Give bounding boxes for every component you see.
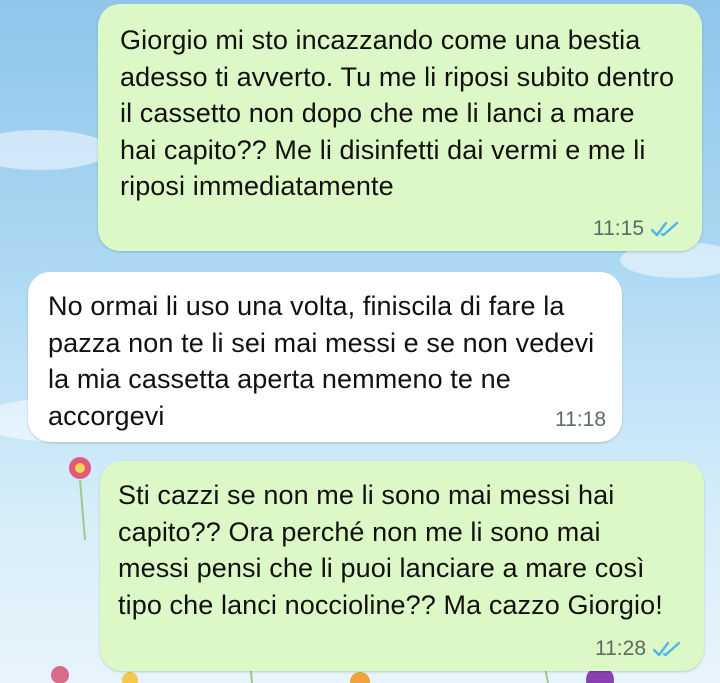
- double-check-icon: [650, 221, 679, 237]
- message-meta: 11:15: [593, 217, 680, 241]
- message-timestamp: 11:18: [555, 408, 606, 431]
- incoming-message-bubble[interactable]: No ormai li uso una volta, finiscila di …: [28, 272, 622, 442]
- message-timestamp: 11:28: [595, 637, 646, 660]
- outgoing-message-bubble[interactable]: Giorgio mi sto incazzando come una besti…: [98, 4, 702, 251]
- outgoing-message-bubble[interactable]: Sti cazzi se non me li sono mai messi ha…: [100, 461, 704, 671]
- chat-screen: { "messages": [ { "direction": "outgoing…: [0, 0, 720, 683]
- message-text: Sti cazzi se non me li sono mai messi ha…: [118, 480, 663, 620]
- message-text: Giorgio mi sto incazzando come una besti…: [120, 25, 675, 201]
- message-meta: 11:28: [595, 637, 682, 661]
- message-timestamp: 11:15: [593, 217, 644, 240]
- message-meta: 11:18: [555, 408, 606, 432]
- double-check-icon: [652, 641, 681, 657]
- message-text: No ormai li uso una volta, finiscila di …: [48, 291, 595, 431]
